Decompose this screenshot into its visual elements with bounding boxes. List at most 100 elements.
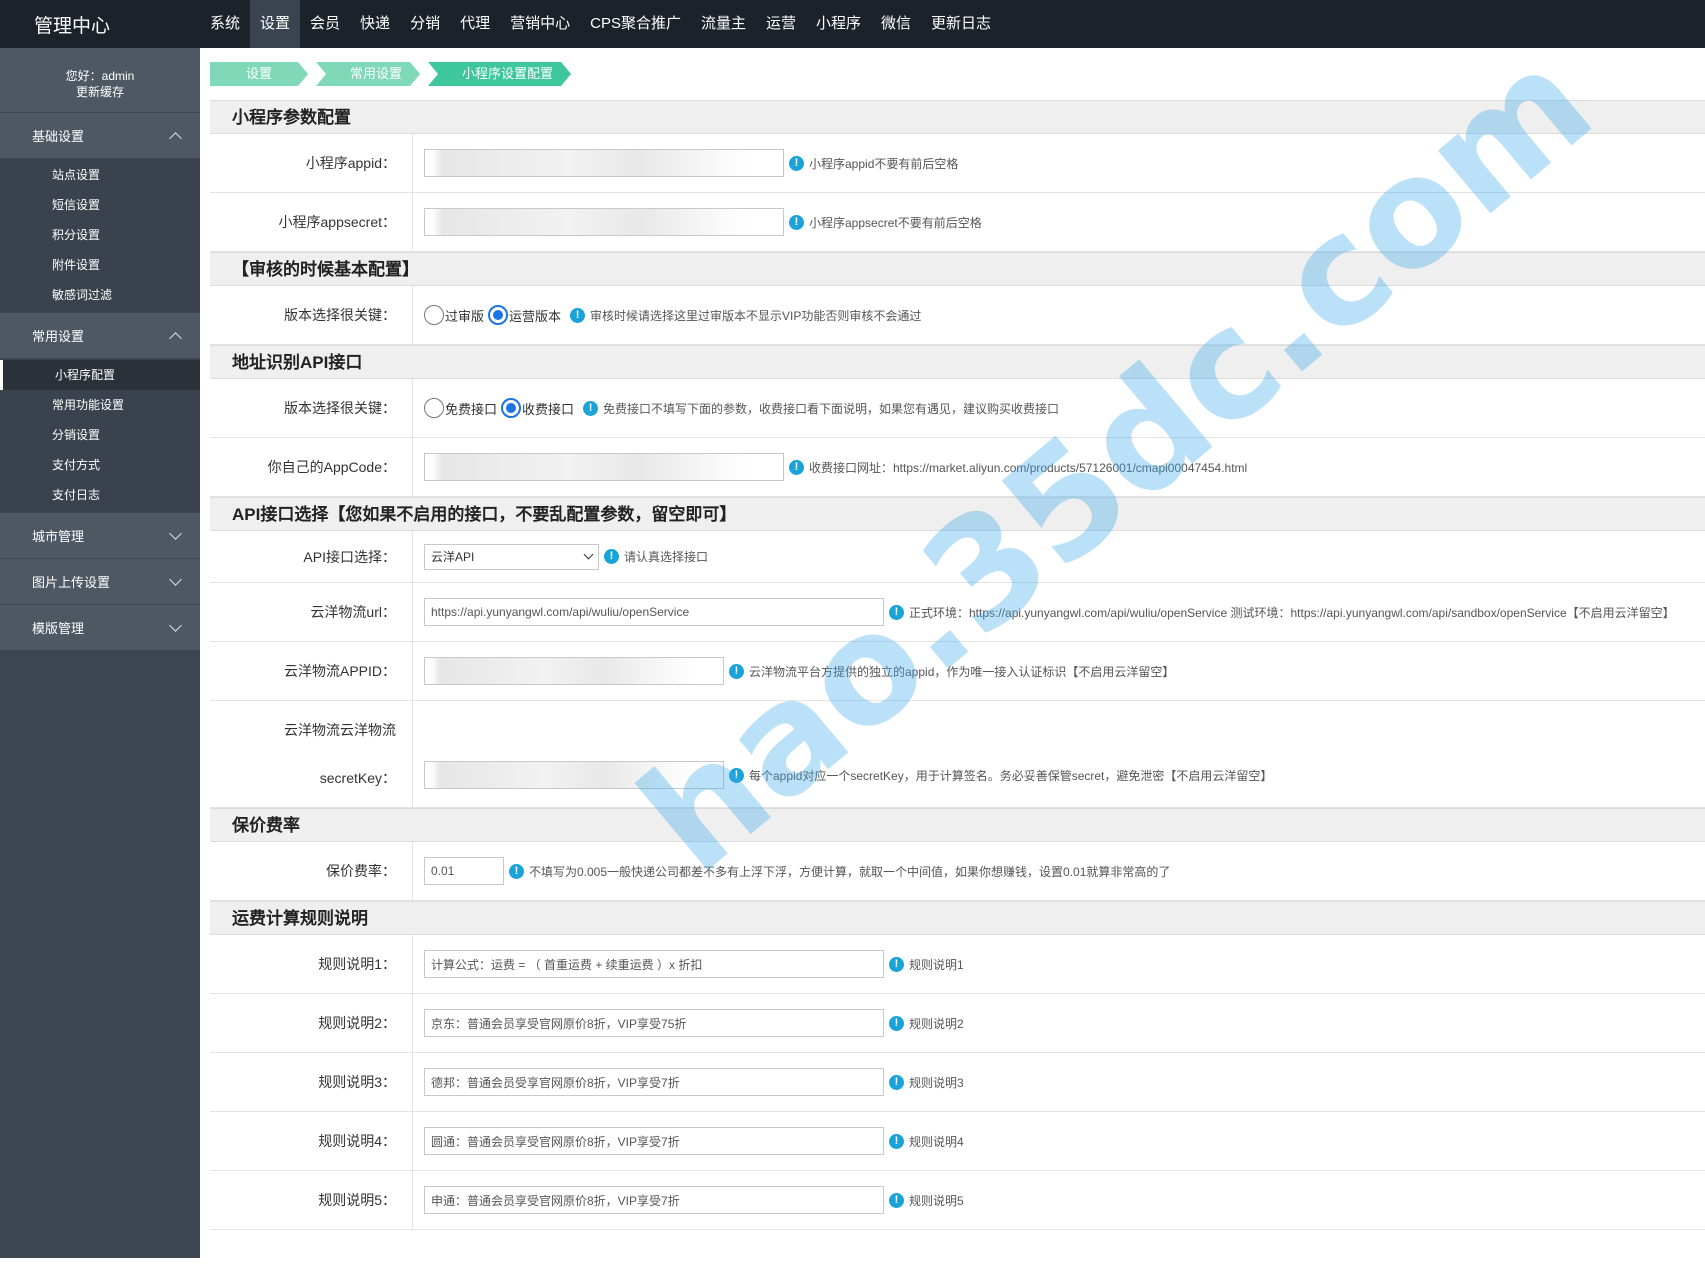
info-icon: ! xyxy=(789,155,804,171)
yunyang-appid-input[interactable]: x xyxy=(424,657,724,685)
api-select[interactable]: 云洋API xyxy=(424,543,599,570)
sidebar-item-sensitive[interactable]: 敏感词过滤 xyxy=(0,280,200,310)
field-label: 云洋物流云洋物流 secretKey： xyxy=(210,701,413,807)
form-row-rule: 规则说明5： ! 规则说明5 xyxy=(210,1171,1705,1230)
rule-input[interactable] xyxy=(424,1009,884,1037)
field-tip: 免费接口不填写下面的参数，收费接口看下面说明，如果您有遇见，建议购买收费接口 xyxy=(603,401,1060,416)
user-greeting: 您好：admin xyxy=(65,69,135,83)
sidebar-item-payment[interactable]: 支付方式 xyxy=(0,450,200,480)
yunyang-secret-input[interactable]: x xyxy=(424,761,724,789)
sidebar-group-city[interactable]: 城市管理 xyxy=(0,512,200,558)
nav-settings[interactable]: 设置 xyxy=(250,0,301,48)
radio-circle-checked[interactable] xyxy=(488,305,509,325)
nav-express[interactable]: 快递 xyxy=(350,0,400,48)
section-title-mini: 小程序参数配置 xyxy=(210,100,1705,134)
field-label: 规则说明1： xyxy=(210,935,413,993)
sidebar-common-list: 小程序配置 常用功能设置 分销设置 支付方式 支付日志 xyxy=(0,358,200,512)
field-tip: 审核时候请选择这里过审版本不显示VIP功能否则审核不会通过 xyxy=(590,308,922,323)
sidebar-item-features[interactable]: 常用功能设置 xyxy=(0,390,200,420)
refresh-cache-link[interactable]: 更新缓存 xyxy=(0,84,200,100)
top-nav: 系统 设置 会员 快递 分销 代理 营销中心 CPS聚合推广 流量主 运营 小程… xyxy=(200,0,1001,48)
radio-paid-api[interactable]: 收费接口 xyxy=(501,398,574,418)
info-icon: ! xyxy=(889,1015,904,1031)
sidebar-item-site[interactable]: 站点设置 xyxy=(0,160,200,190)
sidebar-group-basic[interactable]: 基础设置 xyxy=(0,112,200,158)
api-select-value: 云洋API xyxy=(431,550,475,564)
form-row-yunyang-secret: 云洋物流云洋物流 secretKey： x ! 每个appid对应一个secret… xyxy=(210,701,1705,808)
sidebar-item-distribution[interactable]: 分销设置 xyxy=(0,420,200,450)
info-icon: ! xyxy=(789,459,804,475)
nav-marketing[interactable]: 营销中心 xyxy=(500,0,580,48)
field-tip: 每个appid对应一个secretKey，用于计算签名。务必妥善保管secret… xyxy=(749,768,1273,783)
yunyang-url-input[interactable] xyxy=(424,598,884,626)
breadcrumb-current: 小程序设置配置 xyxy=(428,62,571,86)
form-row-rule: 规则说明2： ! 规则说明2 xyxy=(210,994,1705,1053)
radio-operation-version[interactable]: 运营版本 xyxy=(488,305,561,325)
field-label: 规则说明5： xyxy=(210,1171,413,1229)
chevron-down-icon xyxy=(169,526,182,540)
form-row-appsecret: 小程序appsecret： x ! 小程序appsecret不要有前后空格 xyxy=(210,193,1705,252)
rule-input[interactable] xyxy=(424,950,884,978)
info-icon: ! xyxy=(509,863,524,879)
breadcrumb: 设置 常用设置 小程序设置配置 xyxy=(210,48,1705,100)
section-title-insure: 保价费率 xyxy=(210,808,1705,842)
main-content: 设置 常用设置 小程序设置配置 小程序参数配置 小程序appid： x !小程序… xyxy=(210,48,1705,1268)
radio-label: 免费接口 xyxy=(445,401,498,417)
sidebar-item-sms[interactable]: 短信设置 xyxy=(0,190,200,220)
chevron-down-icon xyxy=(169,572,182,586)
breadcrumb-common[interactable]: 常用设置 xyxy=(316,62,420,86)
sidebar-item-points[interactable]: 积分设置 xyxy=(0,220,200,250)
field-label: 小程序appsecret： xyxy=(210,193,413,251)
nav-members[interactable]: 会员 xyxy=(300,0,350,48)
field-tip: 规则说明1 xyxy=(909,957,964,972)
sidebar: 您好：admin 更新缓存 基础设置 站点设置 短信设置 积分设置 附件设置 敏… xyxy=(0,48,200,1258)
appcode-input[interactable]: x xyxy=(424,453,784,481)
info-icon: ! xyxy=(889,1074,904,1090)
radio-label: 收费接口 xyxy=(522,401,575,417)
section-title-rules: 运费计算规则说明 xyxy=(210,901,1705,935)
radio-audit-version[interactable]: 过审版 xyxy=(424,305,484,325)
nav-agent[interactable]: 代理 xyxy=(450,0,500,48)
radio-circle[interactable] xyxy=(424,398,444,418)
user-box: 您好：admin 更新缓存 xyxy=(0,48,200,112)
sidebar-group-upload[interactable]: 图片上传设置 xyxy=(0,558,200,604)
field-tip: 正式环境：https://api.yunyangwl.com/api/wuliu… xyxy=(909,605,1675,620)
field-tip: 不填写为0.005一般快递公司都差不多有上浮下浮，方便计算，就取一个中间值，如果… xyxy=(529,864,1171,879)
sidebar-group-template[interactable]: 模版管理 xyxy=(0,604,200,650)
rule-input[interactable] xyxy=(424,1186,884,1214)
nav-traffic[interactable]: 流量主 xyxy=(691,0,756,48)
radio-circle-checked[interactable] xyxy=(501,398,522,418)
nav-system[interactable]: 系统 xyxy=(200,0,250,48)
form-row-appcode: 你自己的AppCode： x ! 收费接口网址：https://market.al… xyxy=(210,438,1705,497)
nav-cps[interactable]: CPS聚合推广 xyxy=(580,0,691,48)
appsecret-input[interactable]: x xyxy=(424,208,784,236)
chevron-up-icon xyxy=(169,331,182,345)
nav-changelog[interactable]: 更新日志 xyxy=(921,0,1001,48)
chevron-down-icon xyxy=(583,549,594,560)
info-icon: ! xyxy=(729,663,744,679)
nav-distribution[interactable]: 分销 xyxy=(400,0,450,48)
sidebar-item-attachment[interactable]: 附件设置 xyxy=(0,250,200,280)
field-label: 云洋物流APPID： xyxy=(210,642,413,700)
rule-input[interactable] xyxy=(424,1068,884,1096)
nav-miniprogram[interactable]: 小程序 xyxy=(806,0,871,48)
info-icon: ! xyxy=(583,400,599,416)
sidebar-item-paylog[interactable]: 支付日志 xyxy=(0,480,200,510)
sidebar-group-common[interactable]: 常用设置 xyxy=(0,312,200,358)
insure-rate-input[interactable] xyxy=(424,857,504,885)
field-label-line2: secretKey： xyxy=(319,770,396,786)
appid-input[interactable]: x xyxy=(424,149,784,177)
radio-circle[interactable] xyxy=(424,305,444,325)
rule-input[interactable] xyxy=(424,1127,884,1155)
field-label: 规则说明3： xyxy=(210,1053,413,1111)
breadcrumb-settings[interactable]: 设置 xyxy=(210,62,308,86)
chevron-down-icon xyxy=(169,618,182,632)
nav-wechat[interactable]: 微信 xyxy=(871,0,921,48)
info-icon: ! xyxy=(570,307,586,323)
field-tip: 小程序appsecret不要有前后空格 xyxy=(809,215,982,230)
form-row-rule: 规则说明3： ! 规则说明3 xyxy=(210,1053,1705,1112)
radio-free-api[interactable]: 免费接口 xyxy=(424,398,497,418)
field-label: 云洋物流url： xyxy=(210,583,413,641)
sidebar-item-miniprogram[interactable]: 小程序配置 xyxy=(0,360,200,390)
nav-operation[interactable]: 运营 xyxy=(756,0,806,48)
